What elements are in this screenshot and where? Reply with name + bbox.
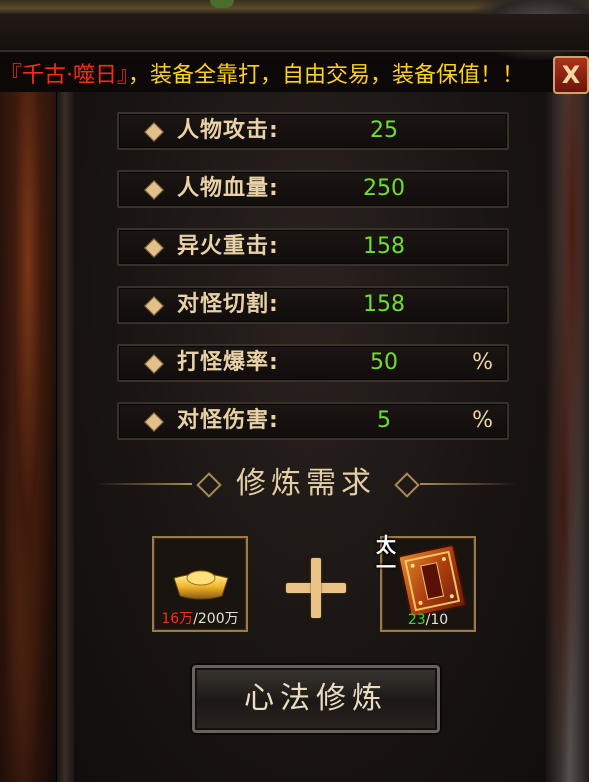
book-badge-label: 太一 bbox=[376, 533, 396, 579]
left-artwork bbox=[0, 88, 56, 782]
attribute-value: 25 bbox=[370, 118, 398, 143]
attribute-label: 对怪切割: bbox=[177, 292, 279, 317]
attribute-row: 人物攻击: 25 bbox=[117, 112, 509, 150]
book-need: /10 bbox=[425, 612, 449, 628]
left-frame-rail bbox=[56, 88, 76, 782]
gold-count: 16万/200万 bbox=[154, 608, 246, 628]
announcement-marquee: 『千古·噬日』，装备全靠打，自由交易，装备保值！！ bbox=[0, 60, 589, 92]
attribute-label: 打怪爆率: bbox=[177, 350, 279, 375]
plus-icon bbox=[286, 558, 346, 618]
foliage-decor bbox=[210, 0, 234, 8]
attribute-value: 5 bbox=[377, 408, 391, 433]
requirements-header: 修炼需求 bbox=[96, 462, 516, 506]
server-name: 『千古·噬日』 bbox=[0, 63, 128, 88]
attribute-unit: % bbox=[472, 408, 493, 433]
diamond-bullet-icon bbox=[144, 296, 164, 316]
diamond-bullet-icon bbox=[144, 412, 164, 432]
gold-ingot-icon bbox=[173, 570, 229, 600]
attribute-label: 异火重击: bbox=[177, 234, 279, 259]
diamond-bullet-icon bbox=[144, 238, 164, 258]
attribute-value: 50 bbox=[370, 350, 398, 375]
book-requirement-slot[interactable]: 太一 23/10 bbox=[376, 534, 476, 632]
attribute-value: 158 bbox=[363, 292, 405, 317]
ornament-line-right bbox=[420, 483, 516, 485]
attribute-row: 异火重击: 158 bbox=[117, 228, 509, 266]
attribute-row: 对怪伤害: 5 % bbox=[117, 402, 509, 440]
gold-have: 16万 bbox=[161, 611, 194, 627]
gold-need: /200万 bbox=[193, 611, 239, 627]
cultivate-button[interactable]: 心法修炼 bbox=[192, 665, 440, 733]
announcement-text: ，装备全靠打，自由交易，装备保值！！ bbox=[128, 63, 525, 88]
attribute-row: 人物血量: 250 bbox=[117, 170, 509, 208]
diamond-bullet-icon bbox=[144, 122, 164, 142]
book-count: 23/10 bbox=[382, 612, 474, 628]
window-title-bar bbox=[0, 14, 589, 52]
attribute-row: 对怪切割: 158 bbox=[117, 286, 509, 324]
close-button[interactable]: X bbox=[553, 56, 589, 94]
diamond-bullet-icon bbox=[144, 180, 164, 200]
attribute-unit: % bbox=[472, 350, 493, 375]
book-have: 23 bbox=[407, 612, 426, 628]
right-dragon-frame bbox=[546, 88, 589, 782]
diamond-bullet-icon bbox=[144, 354, 164, 374]
attribute-value: 158 bbox=[363, 234, 405, 259]
attribute-label: 人物血量: bbox=[177, 176, 279, 201]
gold-requirement-slot[interactable]: 16万/200万 bbox=[152, 536, 248, 632]
attribute-label: 人物攻击: bbox=[177, 118, 279, 143]
attribute-label: 对怪伤害: bbox=[177, 408, 279, 433]
attribute-value: 250 bbox=[363, 176, 405, 201]
attribute-row: 打怪爆率: 50 % bbox=[117, 344, 509, 382]
